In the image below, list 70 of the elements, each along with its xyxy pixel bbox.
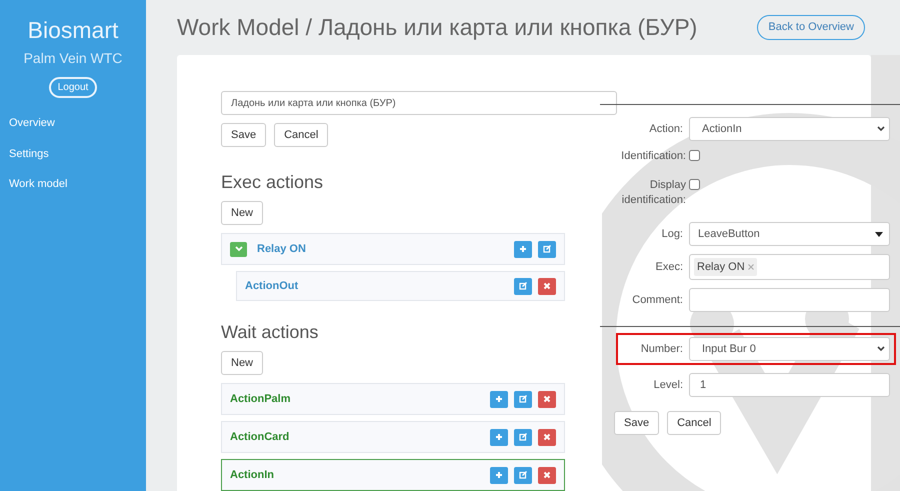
section-heading: Wait actions (221, 321, 320, 344)
page-title: Work Model / Ладонь или карта или кнопка (БУР) (177, 13, 698, 42)
tag-chip[interactable]: Relay ON (694, 258, 757, 276)
edit-button[interactable] (514, 278, 532, 294)
action-name: ActionIn (230, 468, 274, 483)
field-label: Identification: (620, 149, 686, 164)
field-label: Number: (640, 342, 683, 356)
close-icon (542, 470, 552, 480)
field-label: Exec: (654, 260, 683, 274)
delete-button[interactable] (538, 390, 556, 408)
section-heading: Exec actions (221, 171, 324, 194)
chevron-down-icon (234, 246, 242, 252)
action-row[interactable]: ActionPalm (221, 383, 565, 415)
edit-button[interactable] (514, 390, 532, 408)
edit-icon (542, 244, 552, 254)
save-button[interactable]: Save (221, 123, 266, 147)
delete-button[interactable] (538, 428, 556, 446)
model-name-field[interactable]: Ладонь или карта или кнопка (БУР) (221, 91, 617, 115)
save-button[interactable]: Save (614, 411, 660, 435)
cancel-button[interactable]: Cancel (274, 123, 328, 147)
edit-icon (518, 281, 528, 291)
brand-subtitle: Palm Vein WTC (24, 49, 122, 68)
plus-icon (494, 394, 504, 404)
cancel-button[interactable]: Cancel (667, 411, 722, 435)
edit-icon (518, 470, 528, 480)
field-label: Level: (652, 378, 683, 392)
new-button[interactable]: New (221, 201, 264, 225)
action-name: ActionPalm (230, 392, 291, 407)
action-name: Relay ON (257, 242, 306, 257)
edit-icon (518, 394, 528, 404)
field-label: Comment: (631, 292, 683, 308)
action-name: ActionCard (230, 430, 290, 445)
action-row[interactable]: ActionIn (221, 459, 565, 491)
add-button[interactable] (490, 428, 508, 446)
field-label: Display identification: (620, 178, 686, 208)
brand-title: Biosmart (28, 16, 118, 44)
close-icon (542, 394, 552, 404)
checkbox[interactable] (689, 179, 700, 190)
plus-icon (518, 244, 528, 254)
dropdown-field[interactable]: LeaveButton (689, 222, 890, 246)
new-button[interactable]: New (221, 351, 264, 375)
delete-button[interactable] (538, 466, 556, 484)
edit-button[interactable] (514, 428, 532, 446)
select-field[interactable]: Input Bur 0 (689, 337, 890, 361)
add-button[interactable] (490, 390, 508, 408)
edit-button[interactable] (514, 466, 532, 484)
caret-icon (875, 232, 883, 236)
add-button[interactable] (514, 240, 532, 258)
text-field[interactable]: 1 (689, 373, 890, 397)
remove-icon[interactable] (748, 264, 754, 270)
back-to-overview-button[interactable]: Back to Overview (757, 15, 865, 40)
action-row[interactable]: ActionCard (221, 421, 565, 453)
checkbox[interactable] (689, 150, 700, 161)
chevron-icon (877, 346, 885, 352)
close-icon (542, 432, 552, 442)
edit-icon (518, 432, 528, 442)
text-field[interactable] (689, 288, 890, 312)
plus-icon (494, 432, 504, 442)
edit-button[interactable] (538, 240, 556, 258)
chevron-icon (877, 126, 885, 132)
plus-icon (494, 470, 504, 480)
tags-field[interactable]: Relay ON (689, 254, 890, 280)
delete-button[interactable] (538, 278, 556, 294)
select-field[interactable]: ActionIn (689, 117, 890, 141)
action-name: ActionOut (245, 278, 298, 294)
close-icon (542, 281, 552, 291)
expand-toggle[interactable] (230, 242, 247, 256)
field-label: Log: (660, 226, 683, 242)
field-label: Action: (648, 122, 683, 136)
add-button[interactable] (490, 466, 508, 484)
